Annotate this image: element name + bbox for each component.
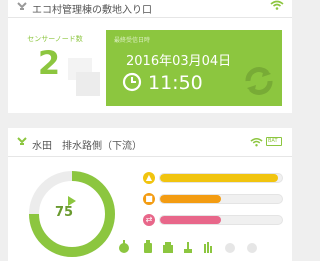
bottle-icon bbox=[144, 240, 152, 253]
battery-label: BAT bbox=[268, 138, 278, 144]
circle-b-icon bbox=[225, 243, 235, 253]
plant-icon bbox=[184, 242, 192, 253]
signal-icon bbox=[250, 138, 263, 147]
refresh-icon[interactable] bbox=[242, 64, 276, 98]
header-divider bbox=[8, 156, 292, 157]
gauge-value: 75 bbox=[54, 205, 74, 220]
header-divider bbox=[8, 17, 292, 18]
sensor-node-label: センサーノード数 bbox=[27, 35, 83, 43]
location-card-paddy[interactable]: 水田 排水路側（下流） BAT 75 ▲ ■ ⇄ bbox=[8, 128, 292, 261]
sprout-icon bbox=[204, 242, 212, 253]
acorn-icon bbox=[119, 240, 129, 253]
species-icon-row bbox=[118, 240, 290, 256]
bar-row-flow: ⇄ bbox=[143, 214, 283, 226]
last-received-time: 11:50 bbox=[148, 72, 203, 94]
location-card-entrance[interactable]: エコ村管理棟の敷地入り口 センサーノード数 2 最終受信日時 2016年03月0… bbox=[8, 0, 292, 113]
location-title: 水田 排水路側（下流） bbox=[32, 141, 142, 152]
battery-icon: BAT bbox=[266, 137, 282, 146]
bar-row-level: ■ bbox=[143, 193, 283, 205]
bar-row-temperature: ▲ bbox=[143, 172, 283, 184]
bar-fill bbox=[160, 174, 279, 182]
water-level-icon: ■ bbox=[143, 193, 155, 205]
header-status: BAT bbox=[250, 136, 284, 148]
bar-track bbox=[159, 215, 283, 225]
jar-icon bbox=[163, 242, 173, 253]
last-received-label: 最終受信日時 bbox=[114, 37, 151, 44]
last-received-tile: 最終受信日時 2016年03月04日 11:50 bbox=[106, 30, 282, 106]
location-title: エコ村管理棟の敷地入り口 bbox=[32, 5, 152, 16]
signal-icon bbox=[270, 0, 284, 10]
thermometer-icon: ▲ bbox=[143, 172, 155, 184]
card-header: エコ村管理棟の敷地入り口 bbox=[8, 0, 292, 16]
bar-fill bbox=[160, 195, 221, 203]
bar-track bbox=[159, 173, 283, 183]
card-header: 水田 排水路側（下流） BAT bbox=[8, 128, 292, 152]
sensor-node-icon bbox=[68, 58, 100, 96]
bar-fill bbox=[160, 216, 221, 224]
circle-a-icon bbox=[247, 243, 257, 253]
bar-track bbox=[159, 194, 283, 204]
clock-icon bbox=[122, 72, 142, 92]
flow-icon: ⇄ bbox=[143, 214, 155, 226]
location-pin-icon bbox=[17, 137, 27, 145]
last-received-date: 2016年03月04日 bbox=[126, 54, 232, 69]
location-pin-icon bbox=[17, 2, 27, 10]
